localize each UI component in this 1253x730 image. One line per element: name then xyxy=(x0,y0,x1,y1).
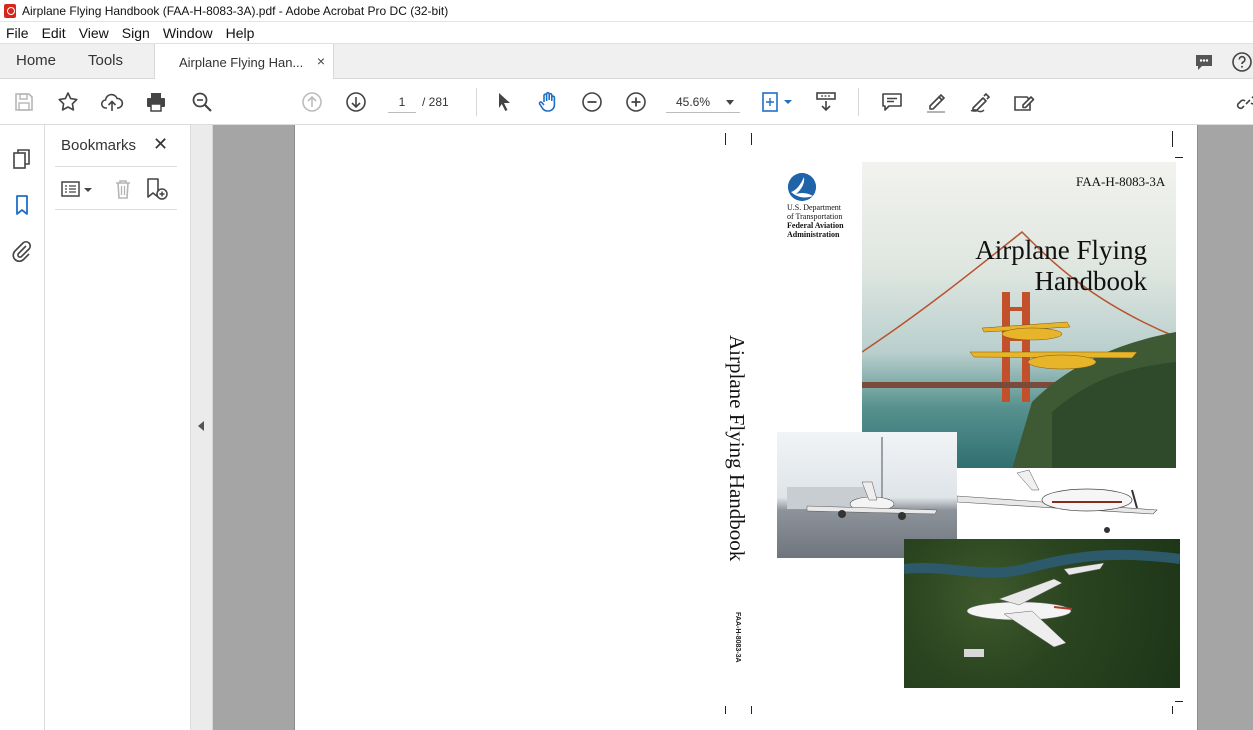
crop-mark xyxy=(725,706,726,714)
print-icon[interactable] xyxy=(144,90,168,114)
panel-splitter[interactable] xyxy=(191,125,213,730)
close-panel-icon[interactable]: ✕ xyxy=(153,134,168,155)
panel-divider xyxy=(55,209,177,210)
new-bookmark-icon[interactable] xyxy=(143,176,169,202)
bookmarks-panel: Bookmarks ✕ xyxy=(45,125,191,730)
select-cursor-icon[interactable] xyxy=(492,90,516,114)
tab-tools[interactable]: Tools xyxy=(88,44,123,79)
menu-view[interactable]: View xyxy=(79,25,109,41)
publisher-line: Federal Aviation xyxy=(787,221,844,230)
dot-logo xyxy=(788,173,816,201)
spine-title: Airplane Flying Handbook xyxy=(725,335,749,562)
document-view[interactable]: Airplane Flying Handbook FAA-H-8083-3A U… xyxy=(213,125,1253,730)
publisher-line: of Transportation xyxy=(787,212,843,221)
menu-bar: File Edit View Sign Window Help xyxy=(0,22,1253,43)
page-total: / 281 xyxy=(422,95,449,109)
close-tab-icon[interactable]: × xyxy=(317,53,325,69)
menu-help[interactable]: Help xyxy=(226,25,255,41)
crop-mark xyxy=(1175,701,1183,702)
delete-bookmark-icon[interactable] xyxy=(110,176,136,202)
crop-mark xyxy=(1172,706,1173,714)
toolbar-divider xyxy=(858,88,859,116)
scrolling-mode-icon[interactable] xyxy=(814,90,838,114)
cover-photo-business-jet xyxy=(904,539,1180,688)
crop-mark xyxy=(751,706,752,714)
comment-share-icon[interactable] xyxy=(1193,51,1215,73)
zoom-in-icon[interactable] xyxy=(624,90,648,114)
crop-mark xyxy=(725,133,726,145)
zoom-search-icon[interactable] xyxy=(190,90,214,114)
pdf-page: Airplane Flying Handbook FAA-H-8083-3A U… xyxy=(294,125,1198,730)
publisher-line: Administration xyxy=(787,230,840,239)
tab-document-label: Airplane Flying Han... xyxy=(179,54,304,70)
cover-photo-bridge xyxy=(862,162,1176,469)
comment-icon[interactable] xyxy=(880,90,904,114)
bookmarks-icon[interactable] xyxy=(10,193,34,217)
menu-edit[interactable]: Edit xyxy=(42,25,66,41)
tab-bar: Home Tools Airplane Flying Han... × xyxy=(0,43,1253,80)
link-icon[interactable] xyxy=(1236,90,1253,114)
menu-window[interactable]: Window xyxy=(163,25,213,41)
menu-file[interactable]: File xyxy=(6,25,29,41)
tab-document[interactable]: Airplane Flying Han... × xyxy=(154,44,334,80)
chevron-down-icon xyxy=(726,100,734,105)
redact-edit-icon[interactable] xyxy=(1012,90,1036,114)
left-rail xyxy=(0,125,45,730)
bookmarks-panel-title: Bookmarks xyxy=(61,137,137,154)
title-bar: Airplane Flying Handbook (FAA-H-8083-3A)… xyxy=(0,0,1253,22)
fill-sign-icon[interactable] xyxy=(968,90,992,114)
crop-mark xyxy=(751,133,752,145)
fit-page-icon[interactable] xyxy=(760,90,796,114)
highlight-pen-icon[interactable] xyxy=(924,90,948,114)
cover-photo-piper xyxy=(957,468,1183,540)
cover-title-line2: Handbook xyxy=(1034,266,1147,296)
upload-cloud-icon[interactable] xyxy=(100,90,124,114)
zoom-level-value: 45.6% xyxy=(676,95,711,109)
page-number-input[interactable] xyxy=(388,91,416,113)
toolbar-divider xyxy=(476,88,477,116)
menu-sign[interactable]: Sign xyxy=(122,25,150,41)
bookmark-star-icon[interactable] xyxy=(56,90,80,114)
tab-home[interactable]: Home xyxy=(16,44,56,79)
hand-tool-icon[interactable] xyxy=(536,90,560,114)
zoom-out-icon[interactable] xyxy=(580,90,604,114)
help-icon[interactable] xyxy=(1231,51,1253,73)
page-thumbnails-icon[interactable] xyxy=(10,147,34,171)
publisher-line: U.S. Department xyxy=(787,203,841,212)
collapse-panel-arrow-icon[interactable] xyxy=(198,421,204,431)
attachments-paperclip-icon[interactable] xyxy=(10,239,34,263)
cover-document-code: FAA-H-8083-3A xyxy=(1076,174,1166,189)
crop-mark xyxy=(1175,157,1183,158)
spine-code: FAA-H-8083-3A xyxy=(734,612,741,663)
acrobat-app-icon xyxy=(4,3,16,18)
zoom-level-dropdown[interactable]: 45.6% xyxy=(666,91,740,113)
cover-title-line1: Airplane Flying xyxy=(975,235,1147,265)
toolbar: / 281 45.6% xyxy=(0,79,1253,125)
previous-page-icon[interactable] xyxy=(300,90,324,114)
save-icon[interactable] xyxy=(12,90,36,114)
window-title: Airplane Flying Handbook (FAA-H-8083-3A)… xyxy=(22,3,449,18)
bookmark-options-icon[interactable] xyxy=(59,176,99,202)
next-page-icon[interactable] xyxy=(344,90,368,114)
panel-divider xyxy=(55,166,177,167)
crop-mark xyxy=(1172,131,1173,147)
publisher-block: U.S. Department of Transportation Federa… xyxy=(787,203,844,239)
